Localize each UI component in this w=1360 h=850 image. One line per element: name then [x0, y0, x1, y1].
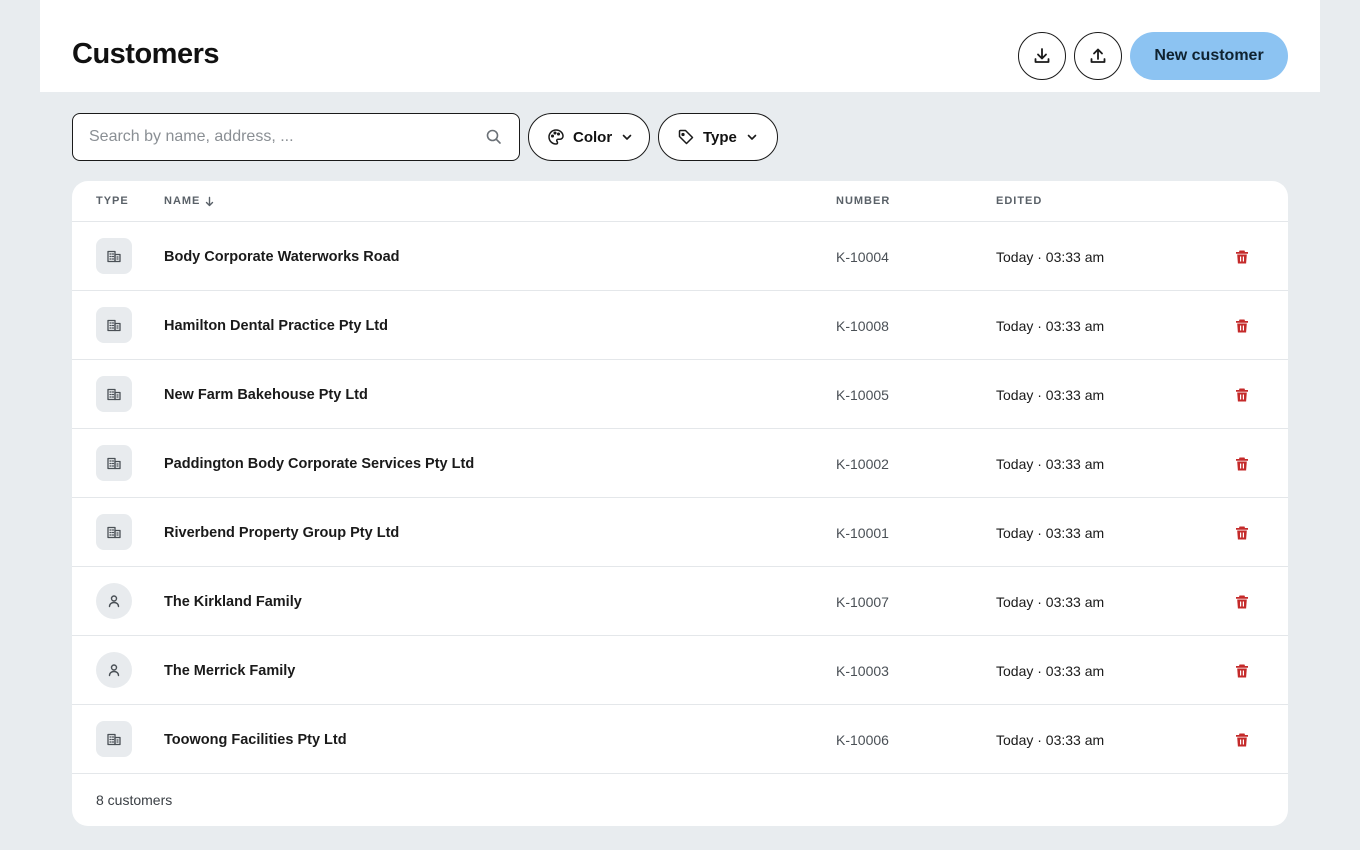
- type-filter-label: Type: [703, 128, 737, 146]
- trash-icon: [1236, 388, 1248, 402]
- company-type-badge: [96, 514, 132, 550]
- search-icon: [486, 129, 501, 144]
- building-icon: [107, 319, 121, 332]
- table-row[interactable]: Riverbend Property Group Pty Ltd K-10001 T…: [72, 498, 1288, 567]
- table-row[interactable]: Hamilton Dental Practice Pty Ltd K-10008 T…: [72, 291, 1288, 360]
- customer-name[interactable]: Body Corporate Waterworks Road: [164, 249, 400, 265]
- type-filter-button[interactable]: Type: [658, 113, 778, 161]
- upload-button[interactable]: [1074, 32, 1122, 80]
- customer-number: K-10005: [836, 387, 889, 403]
- customer-number: K-10006: [836, 732, 889, 748]
- customers-table: TYPE NAME NUMBER EDITED Body Corporate W…: [72, 181, 1288, 826]
- customer-number: K-10002: [836, 456, 889, 472]
- delete-button[interactable]: [1232, 730, 1252, 750]
- page-title: Customers: [72, 38, 220, 70]
- trash-icon: [1236, 733, 1248, 747]
- customer-count: 8 customers: [96, 792, 173, 808]
- trash-icon: [1236, 457, 1248, 471]
- edited-timestamp: Today · 03:33 am: [996, 387, 1105, 403]
- table-row[interactable]: Toowong Facilities Pty Ltd K-10006 Today ·…: [72, 705, 1288, 774]
- upload-icon: [1090, 48, 1106, 63]
- table-row[interactable]: Paddington Body Corporate Services Pty L…: [72, 429, 1288, 498]
- customer-name[interactable]: Hamilton Dental Practice Pty Ltd: [164, 318, 388, 334]
- column-header-name-label: NAME: [164, 195, 201, 207]
- table-header: TYPE NAME NUMBER EDITED: [72, 181, 1288, 222]
- customer-number: K-10008: [836, 318, 889, 334]
- customer-number: K-10004: [836, 249, 889, 265]
- delete-button[interactable]: [1232, 316, 1252, 336]
- customer-name[interactable]: New Farm Bakehouse Pty Ltd: [164, 387, 368, 403]
- table-body: Body Corporate Waterworks Road K-10004 Tod…: [72, 222, 1288, 774]
- edited-timestamp: Today · 03:33 am: [996, 318, 1105, 334]
- color-filter-label: Color: [573, 128, 613, 146]
- table-row[interactable]: The Merrick Family K-10003 Today · 03:33 a…: [72, 636, 1288, 705]
- edited-timestamp: Today · 03:33 am: [996, 525, 1105, 541]
- delete-button[interactable]: [1232, 454, 1252, 474]
- table-row[interactable]: New Farm Bakehouse Pty Ltd K-10005 Today ·…: [72, 360, 1288, 429]
- column-header-number[interactable]: NUMBER: [836, 195, 890, 207]
- delete-button[interactable]: [1232, 523, 1252, 543]
- search-input[interactable]: [89, 114, 469, 159]
- person-type-badge: [96, 583, 132, 619]
- trash-icon: [1236, 250, 1248, 264]
- tag-icon: [678, 129, 694, 145]
- sort-descending-icon: [206, 196, 214, 206]
- edited-timestamp: Today · 03:33 am: [996, 663, 1105, 679]
- delete-button[interactable]: [1232, 247, 1252, 267]
- delete-button[interactable]: [1232, 385, 1252, 405]
- download-button[interactable]: [1018, 32, 1066, 80]
- person-icon: [108, 595, 120, 608]
- color-filter-button[interactable]: Color: [528, 113, 650, 161]
- edited-timestamp: Today · 03:33 am: [996, 249, 1105, 265]
- column-header-edited[interactable]: EDITED: [996, 195, 1042, 207]
- edited-timestamp: Today · 03:33 am: [996, 456, 1105, 472]
- new-customer-button[interactable]: New customer: [1130, 32, 1288, 80]
- trash-icon: [1236, 526, 1248, 540]
- customer-name[interactable]: Toowong Facilities Pty Ltd: [164, 732, 347, 748]
- customer-number: K-10003: [836, 663, 889, 679]
- company-type-badge: [96, 376, 132, 412]
- trash-icon: [1236, 319, 1248, 333]
- chevron-down-icon: [747, 134, 757, 140]
- building-icon: [107, 457, 121, 470]
- edited-timestamp: Today · 03:33 am: [996, 594, 1105, 610]
- customer-name[interactable]: Riverbend Property Group Pty Ltd: [164, 525, 399, 541]
- company-type-badge: [96, 445, 132, 481]
- column-header-type[interactable]: TYPE: [96, 195, 129, 207]
- customer-number: K-10001: [836, 525, 889, 541]
- company-type-badge: [96, 721, 132, 757]
- company-type-badge: [96, 307, 132, 343]
- chevron-down-icon: [622, 134, 632, 140]
- building-icon: [107, 526, 121, 539]
- customer-name[interactable]: The Kirkland Family: [164, 594, 302, 610]
- table-row[interactable]: Body Corporate Waterworks Road K-10004 Tod…: [72, 222, 1288, 291]
- building-icon: [107, 388, 121, 401]
- customer-name[interactable]: Paddington Body Corporate Services Pty L…: [164, 456, 474, 472]
- building-icon: [107, 250, 121, 263]
- table-row[interactable]: The Kirkland Family K-10007 Today · 03:33 …: [72, 567, 1288, 636]
- column-header-name[interactable]: NAME: [164, 195, 215, 207]
- person-type-badge: [96, 652, 132, 688]
- customer-name[interactable]: The Merrick Family: [164, 663, 295, 679]
- palette-icon: [548, 129, 564, 145]
- trash-icon: [1236, 664, 1248, 678]
- person-icon: [108, 664, 120, 677]
- delete-button[interactable]: [1232, 592, 1252, 612]
- search-box[interactable]: [72, 113, 520, 161]
- download-icon: [1034, 48, 1050, 63]
- delete-button[interactable]: [1232, 661, 1252, 681]
- trash-icon: [1236, 595, 1248, 609]
- company-type-badge: [96, 238, 132, 274]
- customer-number: K-10007: [836, 594, 889, 610]
- edited-timestamp: Today · 03:33 am: [996, 732, 1105, 748]
- page-header: Customers New customer: [40, 0, 1320, 92]
- building-icon: [107, 733, 121, 746]
